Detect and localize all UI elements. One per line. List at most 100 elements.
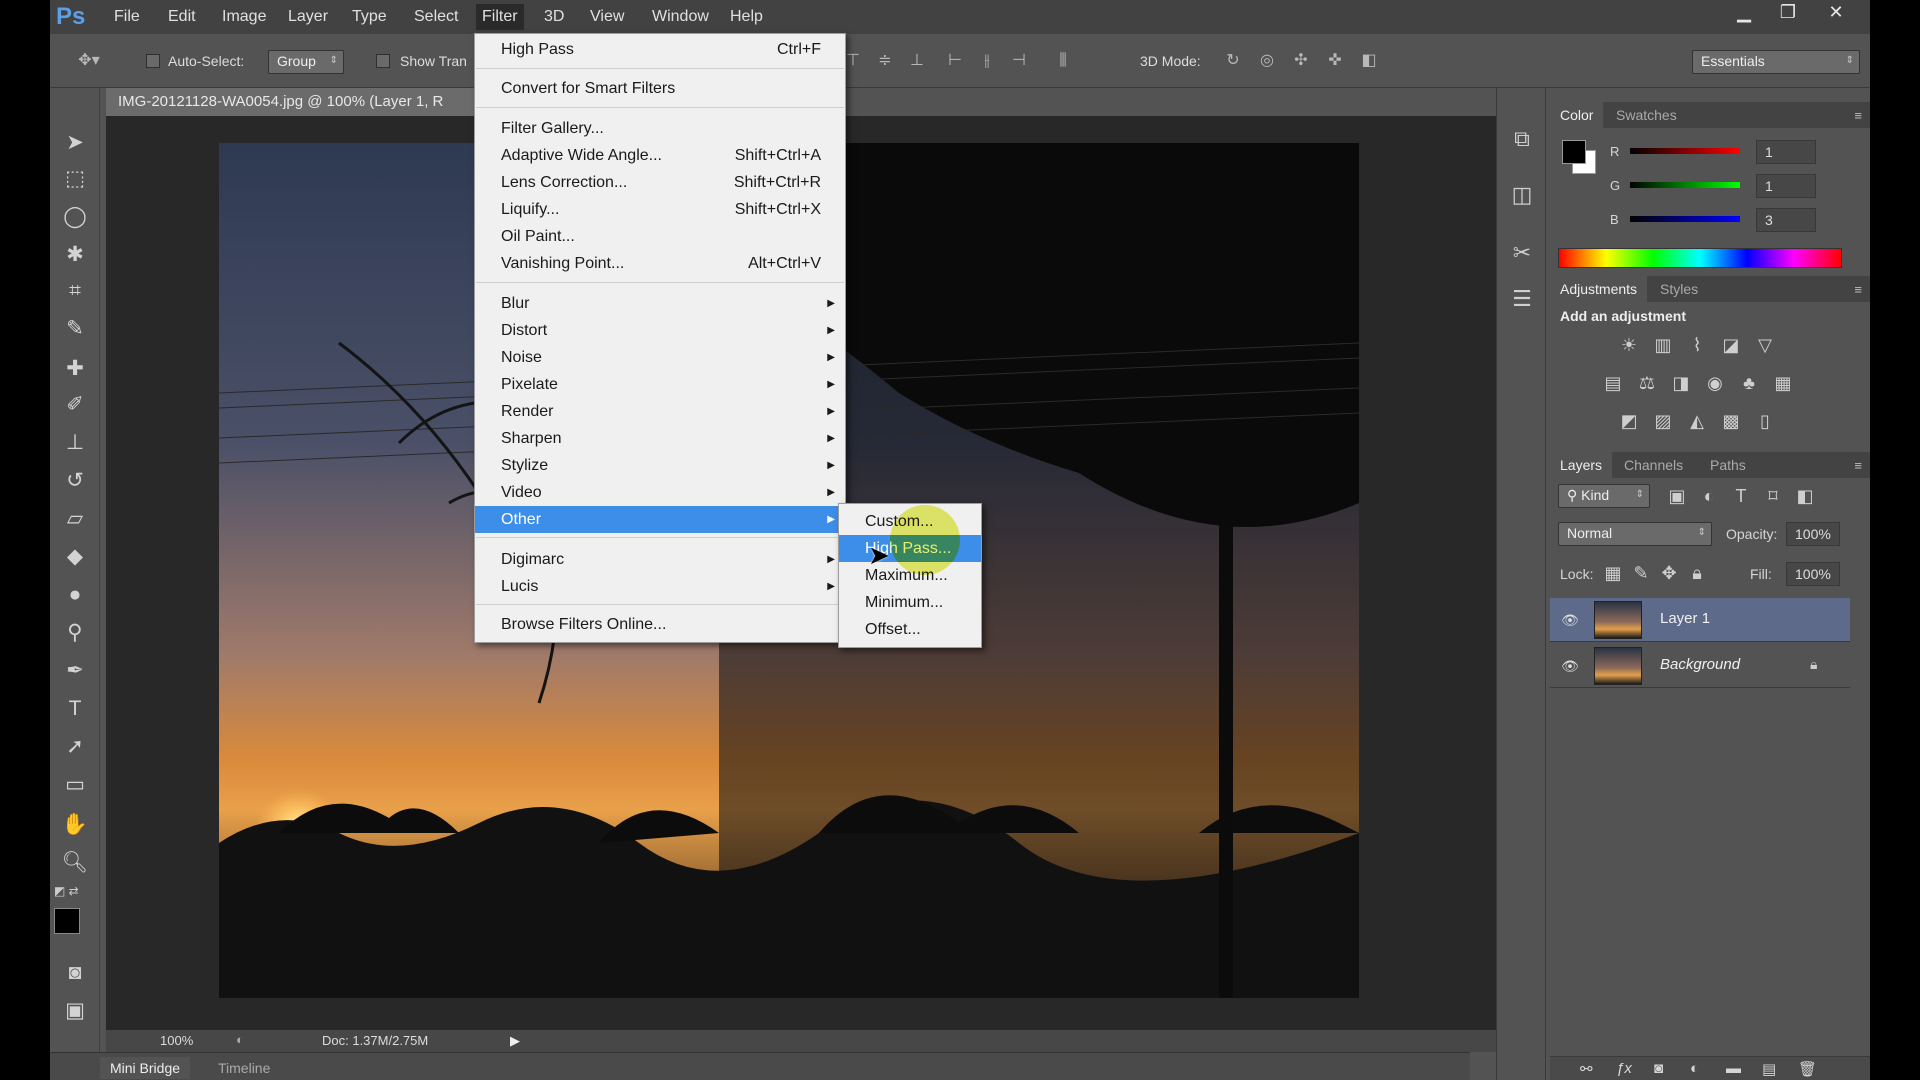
selective-color-icon[interactable]: ▩ [1718, 408, 1744, 434]
submenu-item-offset[interactable]: Offset... [839, 616, 981, 643]
align-left-icon[interactable]: ⊢ [942, 49, 968, 73]
eraser-tool-icon[interactable]: ▱ [57, 502, 93, 536]
photo-filter-icon[interactable]: ◉ [1702, 370, 1728, 396]
status-menu-arrow-icon[interactable]: ▶ [510, 1033, 520, 1049]
close-button[interactable]: ✕ [1814, 0, 1858, 26]
hue-saturation-icon[interactable]: ▤ [1600, 370, 1626, 396]
menu-filter[interactable]: Filter [476, 4, 524, 30]
gradient-map-icon[interactable]: ▯ [1752, 408, 1778, 434]
channel-g-input[interactable]: 1 [1756, 174, 1816, 198]
tab-timeline[interactable]: Timeline [208, 1057, 280, 1079]
quick-mask-icon[interactable]: ◙ [57, 956, 93, 990]
black-white-icon[interactable]: ◨ [1668, 370, 1694, 396]
link-layers-icon[interactable]: ⚯ [1580, 1060, 1593, 1078]
tab-mini-bridge[interactable]: Mini Bridge [100, 1057, 191, 1079]
new-layer-icon[interactable]: ▤ [1762, 1060, 1776, 1078]
menu-item-vanishing-point[interactable]: Vanishing Point... Alt+Ctrl+V [475, 250, 845, 277]
menu-item-filter-gallery[interactable]: Filter Gallery... [475, 115, 845, 142]
fill-input[interactable]: 100% [1786, 562, 1840, 586]
tab-styles[interactable]: Styles [1650, 276, 1708, 302]
brush-presets-panel-icon[interactable]: ☰ [1507, 284, 1537, 314]
menu-help[interactable]: Help [724, 4, 769, 30]
add-mask-icon[interactable]: ◙ [1654, 1060, 1663, 1077]
invert-icon[interactable]: ◩ [1616, 408, 1642, 434]
channel-b-input[interactable]: 3 [1756, 208, 1816, 232]
menu-item-stylize[interactable]: Stylize ▶ [475, 452, 845, 479]
blend-mode-dropdown[interactable]: Normal ⇕ [1558, 522, 1712, 546]
color-spectrum-ramp[interactable] [1558, 248, 1842, 268]
color-balance-icon[interactable]: ⚖ [1634, 370, 1660, 396]
lock-transparent-icon[interactable]: ▦ [1600, 560, 1626, 586]
filter-smart-object-icon[interactable]: ◧ [1792, 483, 1818, 509]
menu-item-distort[interactable]: Distort ▶ [475, 317, 845, 344]
exposure-icon[interactable]: ◪ [1718, 332, 1744, 358]
channel-g-slider[interactable] [1630, 182, 1740, 188]
menu-item-convert-smart-filters[interactable]: Convert for Smart Filters [475, 75, 845, 102]
menu-item-digimarc[interactable]: Digimarc ▶ [475, 546, 845, 573]
hand-tool-icon[interactable]: ✋ [57, 808, 93, 842]
tab-adjustments[interactable]: Adjustments [1550, 276, 1648, 302]
align-hcenter-icon[interactable]: ⫲ [974, 49, 1000, 73]
menu-window[interactable]: Window [646, 4, 715, 30]
clone-stamp-tool-icon[interactable]: ⊥ [57, 426, 93, 460]
filter-pixel-icon[interactable]: ▣ [1664, 483, 1690, 509]
brush-tool-icon[interactable]: ✐ [57, 388, 93, 422]
menu-item-video[interactable]: Video ▶ [475, 479, 845, 506]
opacity-input[interactable]: 100% [1786, 522, 1840, 546]
menu-item-liquify[interactable]: Liquify... Shift+Ctrl+X [475, 196, 845, 223]
menu-select[interactable]: Select [408, 4, 464, 30]
menu-item-sharpen[interactable]: Sharpen ▶ [475, 425, 845, 452]
layer-row[interactable]: 👁︎ Background 🔒︎ [1550, 644, 1850, 688]
lasso-tool-icon[interactable]: ◯ [57, 200, 93, 234]
menu-item-other[interactable]: Other ▶ [475, 506, 845, 533]
channel-r-slider[interactable] [1630, 148, 1740, 154]
filter-type-icon[interactable]: T [1728, 483, 1754, 509]
3d-rotate-icon[interactable]: ↻ [1220, 49, 1246, 73]
move-tool-preset-icon[interactable]: ✥▾ [76, 49, 102, 73]
posterize-icon[interactable]: ▨ [1650, 408, 1676, 434]
layer-row[interactable]: 👁︎ Layer 1 [1550, 598, 1850, 642]
blur-tool-icon[interactable]: ● [57, 578, 93, 612]
menu-item-last-filter[interactable]: High Pass Ctrl+F [475, 36, 845, 63]
panel-menu-icon[interactable]: ≡ [1854, 282, 1862, 297]
filter-adjustment-icon[interactable]: ◐ [1696, 483, 1722, 509]
marquee-tool-icon[interactable]: ⬚ [57, 162, 93, 196]
menu-item-lucis[interactable]: Lucis ▶ [475, 573, 845, 600]
menu-item-lens-correction[interactable]: Lens Correction... Shift+Ctrl+R [475, 169, 845, 196]
history-brush-tool-icon[interactable]: ↺ [57, 464, 93, 498]
menu-item-adaptive-wide-angle[interactable]: Adaptive Wide Angle... Shift+Ctrl+A [475, 142, 845, 169]
auto-select-dropdown[interactable]: Group ⇕ [268, 50, 344, 74]
status-info-icon[interactable]: ◐ [236, 1032, 244, 1047]
swap-colors-icon[interactable]: ◩ ⇄ [54, 884, 94, 900]
vibrance-icon[interactable]: ▽ [1752, 332, 1778, 358]
threshold-icon[interactable]: ◭ [1684, 408, 1710, 434]
align-bottom-icon[interactable]: ⊥ [904, 49, 930, 73]
auto-select-checkbox[interactable] [146, 54, 160, 68]
menu-item-noise[interactable]: Noise ▶ [475, 344, 845, 371]
eyedropper-tool-icon[interactable]: ✎ [57, 312, 93, 346]
menu-3d[interactable]: 3D [538, 4, 570, 30]
3d-scale-icon[interactable]: ◧ [1356, 49, 1382, 73]
new-group-icon[interactable]: ▬ [1726, 1060, 1741, 1077]
zoom-level[interactable]: 100% [160, 1033, 193, 1048]
show-transform-checkbox[interactable] [376, 54, 390, 68]
panel-menu-icon[interactable]: ≡ [1854, 108, 1862, 123]
channel-b-slider[interactable] [1630, 216, 1740, 222]
workspace-dropdown[interactable]: Essentials ⇕ [1692, 50, 1860, 74]
zoom-tool-icon[interactable]: 🔍︎ [57, 846, 93, 880]
tab-channels[interactable]: Channels [1614, 452, 1693, 478]
move-tool-icon[interactable]: ➤ [57, 126, 93, 160]
align-vcenter-icon[interactable]: ≑ [872, 49, 898, 73]
menu-item-pixelate[interactable]: Pixelate ▶ [475, 371, 845, 398]
menu-item-blur[interactable]: Blur ▶ [475, 290, 845, 317]
3d-roll-icon[interactable]: ◎ [1254, 49, 1280, 73]
submenu-item-minimum[interactable]: Minimum... [839, 589, 981, 616]
properties-panel-icon[interactable]: ◫ [1507, 180, 1537, 210]
panel-menu-icon[interactable]: ≡ [1854, 458, 1862, 473]
eye-icon[interactable]: 👁︎ [1560, 656, 1580, 676]
type-tool-icon[interactable]: T [57, 692, 93, 726]
tab-paths[interactable]: Paths [1700, 452, 1756, 478]
foreground-color-chip[interactable] [1562, 140, 1586, 164]
tab-color[interactable]: Color [1550, 102, 1604, 128]
channel-r-input[interactable]: 1 [1756, 140, 1816, 164]
